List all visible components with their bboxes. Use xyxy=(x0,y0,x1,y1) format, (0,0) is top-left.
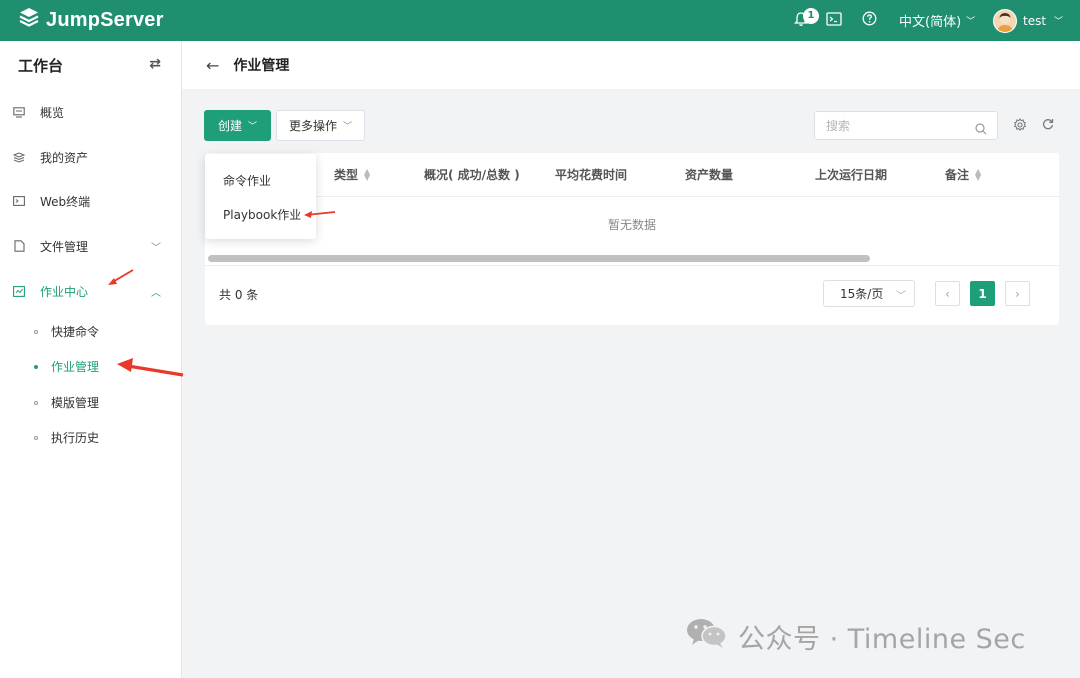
search-icon[interactable] xyxy=(975,120,987,139)
notification-button[interactable]: 1 xyxy=(793,0,819,41)
more-actions-button[interactable]: 更多操作 ﹀ xyxy=(276,110,365,141)
watermark-text: 公众号 · Timeline Sec xyxy=(738,624,1026,655)
sidebar-subitem-label: 作业管理 xyxy=(51,360,100,374)
page-size-select[interactable]: 15条/页 ﹀ xyxy=(823,280,915,307)
bullet-icon xyxy=(34,435,38,440)
chevron-up-icon: ︿ xyxy=(151,288,161,299)
terminal-icon xyxy=(826,11,842,30)
terminal-icon xyxy=(13,195,25,207)
page-header: ← 作业管理 xyxy=(182,41,1080,89)
sidebar-item-label: 我的资产 xyxy=(40,150,89,165)
sidebar-item-job-center[interactable]: 作业中心 ︿ xyxy=(0,269,181,313)
sidebar-item-my-assets[interactable]: 我的资产 xyxy=(0,135,181,179)
sort-icon[interactable]: ▲ ▼ xyxy=(975,167,981,181)
sidebar: 工作台 ⇄ 概览 我的资产 Web终端 文件管理 ﹀ 作业中心 ︿ 快捷命令 作… xyxy=(0,41,182,678)
prev-page-button[interactable]: ‹ xyxy=(935,281,960,306)
user-menu[interactable]: test ﹀ xyxy=(993,0,1063,41)
settings-icon[interactable] xyxy=(1013,118,1027,136)
page-size-value: 15条/页 xyxy=(840,287,884,301)
file-icon xyxy=(13,240,25,252)
sidebar-item-label: 概览 xyxy=(40,105,65,120)
chevron-down-icon: ﹀ xyxy=(1054,17,1064,27)
menu-item-command-job[interactable]: 命令作业 xyxy=(223,172,271,189)
sidebar-subitem-label: 快捷命令 xyxy=(51,325,100,339)
language-label: 中文(简体) xyxy=(899,15,962,30)
total-count: 共 0 条 xyxy=(219,288,259,302)
logo-icon xyxy=(18,7,40,33)
divider xyxy=(205,265,1059,266)
username: test xyxy=(1023,13,1047,28)
switch-view-icon[interactable]: ⇄ xyxy=(149,56,161,72)
sidebar-item-file-management[interactable]: 文件管理 ﹀ xyxy=(0,224,181,268)
empty-state-text: 暂无数据 xyxy=(607,217,656,232)
menu-item-playbook-job[interactable]: Playbook作业 xyxy=(223,206,301,223)
bullet-icon xyxy=(34,364,38,369)
create-dropdown-menu: 命令作业 Playbook作业 xyxy=(205,154,316,239)
sidebar-item-overview[interactable]: 概览 xyxy=(0,90,181,134)
bullet-icon xyxy=(34,400,38,405)
chevron-left-icon: ‹ xyxy=(945,286,950,301)
column-header-label: 上次运行日期 xyxy=(815,168,888,182)
page-number-current[interactable]: 1 xyxy=(970,281,995,306)
help-button[interactable] xyxy=(862,0,877,41)
search-input[interactable] xyxy=(824,118,968,134)
terminal-button[interactable] xyxy=(826,0,842,41)
sidebar-header: 工作台 ⇄ xyxy=(0,41,181,89)
refresh-icon[interactable] xyxy=(1042,118,1054,134)
avatar xyxy=(993,8,1017,33)
workspace-title: 工作台 xyxy=(18,56,64,75)
chevron-down-icon: ﹀ xyxy=(248,122,258,132)
job-table-panel: 类型 ▲ ▼ 概况( 成功/总数 ) 平均花费时间 资产数量 上次运行日期 备注 … xyxy=(205,153,1059,325)
column-header-label: 备注 xyxy=(945,168,970,182)
sort-icon[interactable]: ▲ ▼ xyxy=(364,167,370,181)
job-icon xyxy=(13,285,25,297)
sidebar-item-label: 文件管理 xyxy=(40,239,89,254)
column-header-label: 平均花费时间 xyxy=(555,168,628,182)
column-header-label: 概况( 成功/总数 ) xyxy=(424,168,520,182)
sidebar-subitem-job-management[interactable]: 作业管理 xyxy=(0,349,181,384)
sidebar-item-label: 作业中心 xyxy=(40,284,89,299)
column-header-last-run: 上次运行日期 xyxy=(815,153,887,196)
chevron-down-icon: ﹀ xyxy=(896,291,906,302)
column-header-type[interactable]: 类型 ▲ ▼ xyxy=(334,153,370,196)
next-page-button[interactable]: › xyxy=(1005,281,1030,306)
create-button-label: 创建 xyxy=(217,119,242,133)
page-title: 作业管理 xyxy=(233,58,290,74)
sidebar-item-web-terminal[interactable]: Web终端 xyxy=(0,179,181,223)
horizontal-scrollbar[interactable] xyxy=(208,255,870,262)
back-arrow-icon[interactable]: ← xyxy=(206,56,219,75)
layers-icon xyxy=(13,151,25,163)
help-icon xyxy=(862,11,877,30)
language-selector[interactable]: 中文(简体) ﹀ xyxy=(899,0,975,41)
watermark: 公众号 · Timeline Sec xyxy=(686,617,1026,656)
sidebar-subitem-template-management[interactable]: 模版管理 xyxy=(0,385,181,420)
sidebar-subitem-label: 执行历史 xyxy=(51,431,100,445)
sidebar-subitem-label: 模版管理 xyxy=(51,396,100,410)
top-navbar: JumpServer 1 中文(简体) ﹀ test ﹀ xyxy=(0,0,1080,41)
sidebar-subitem-quick-command[interactable]: 快捷命令 xyxy=(0,314,181,349)
column-header-summary: 概况( 成功/总数 ) xyxy=(424,153,520,196)
bullet-icon xyxy=(34,329,38,334)
jumpserver-logo[interactable]: JumpServer xyxy=(18,7,164,33)
chevron-right-icon: › xyxy=(1015,286,1020,301)
chevron-down-icon: ﹀ xyxy=(343,122,353,132)
column-header-asset-count: 资产数量 xyxy=(685,153,733,196)
monitor-icon xyxy=(13,106,25,118)
sidebar-subitem-execution-history[interactable]: 执行历史 xyxy=(0,420,181,455)
notification-badge: 1 xyxy=(803,7,819,24)
wechat-icon xyxy=(686,617,728,656)
create-button[interactable]: 创建 ﹀ xyxy=(204,110,271,141)
sidebar-item-label: Web终端 xyxy=(40,194,91,209)
column-header-comment[interactable]: 备注 ▲ ▼ xyxy=(945,153,981,196)
more-actions-label: 更多操作 xyxy=(288,119,337,133)
logo-text: JumpServer xyxy=(46,8,164,31)
column-header-label: 类型 xyxy=(334,168,359,182)
search-box[interactable] xyxy=(814,111,998,140)
column-header-label: 资产数量 xyxy=(685,168,734,182)
chevron-down-icon: ﹀ xyxy=(966,17,976,27)
bell-icon: 1 xyxy=(793,7,819,31)
chevron-down-icon: ﹀ xyxy=(151,243,161,254)
column-header-avg-time: 平均花费时间 xyxy=(555,153,627,196)
